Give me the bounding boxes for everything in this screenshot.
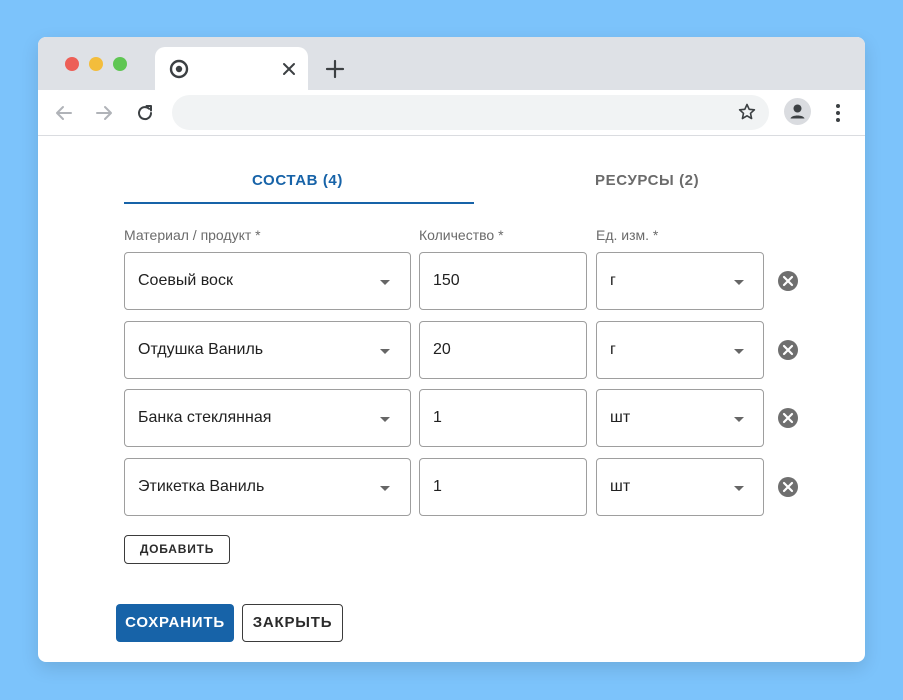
unit-value: шт (610, 409, 631, 426)
dropdown-arrow-icon (734, 280, 744, 285)
close-button[interactable]: ЗАКРЫТЬ (242, 604, 343, 642)
bookmark-star-icon[interactable] (737, 102, 757, 122)
title-bar (38, 37, 865, 90)
unit-select[interactable]: шт (596, 389, 764, 447)
reload-icon[interactable] (134, 102, 156, 124)
forward-arrow-icon[interactable] (93, 102, 115, 124)
active-tab-indicator (124, 202, 474, 204)
chrome-icon (169, 59, 189, 79)
browser-toolbar (38, 90, 865, 136)
minimize-window-dot[interactable] (89, 57, 103, 71)
page-content: СОСТАВ (4) РЕСУРСЫ (2) Материал / продук… (38, 136, 865, 662)
quantity-input[interactable]: 1 (419, 458, 587, 516)
material-value: Этикетка Ваниль (138, 478, 265, 495)
address-bar[interactable] (172, 95, 769, 130)
dropdown-arrow-icon (734, 486, 744, 491)
profile-icon (790, 104, 805, 119)
new-tab-icon[interactable] (324, 58, 346, 80)
dropdown-arrow-icon (380, 280, 390, 285)
remove-row-icon[interactable] (777, 339, 799, 361)
quantity-value: 1 (433, 478, 442, 495)
unit-value: г (610, 272, 616, 289)
back-arrow-icon[interactable] (53, 102, 75, 124)
material-value: Соевый воск (138, 272, 233, 289)
dropdown-arrow-icon (380, 349, 390, 354)
remove-row-icon[interactable] (777, 407, 799, 429)
dropdown-arrow-icon (734, 349, 744, 354)
browser-tab[interactable] (155, 47, 308, 90)
unit-select[interactable]: г (596, 252, 764, 310)
remove-row-icon[interactable] (777, 270, 799, 292)
dropdown-arrow-icon (734, 417, 744, 422)
quantity-column-header: Количество * (419, 227, 504, 243)
material-value: Отдушка Ваниль (138, 341, 264, 358)
tab-composition[interactable]: СОСТАВ (4) (252, 172, 343, 189)
maximize-window-dot[interactable] (113, 57, 127, 71)
more-menu-icon[interactable] (828, 102, 848, 124)
material-value: Банка стеклянная (138, 409, 272, 426)
quantity-value: 1 (433, 409, 442, 426)
material-select[interactable]: Банка стеклянная (124, 389, 411, 447)
close-tab-icon[interactable] (279, 59, 299, 79)
tab-resources[interactable]: РЕСУРСЫ (2) (595, 172, 699, 189)
quantity-value: 20 (433, 341, 451, 358)
quantity-input[interactable]: 1 (419, 389, 587, 447)
material-column-header: Материал / продукт * (124, 227, 261, 243)
quantity-input[interactable]: 20 (419, 321, 587, 379)
save-button[interactable]: СОХРАНИТЬ (116, 604, 234, 642)
quantity-value: 150 (433, 272, 460, 289)
unit-select[interactable]: шт (596, 458, 764, 516)
browser-window: СОСТАВ (4) РЕСУРСЫ (2) Материал / продук… (38, 37, 865, 662)
material-select[interactable]: Отдушка Ваниль (124, 321, 411, 379)
unit-select[interactable]: г (596, 321, 764, 379)
dropdown-arrow-icon (380, 486, 390, 491)
dropdown-arrow-icon (380, 417, 390, 422)
material-select[interactable]: Этикетка Ваниль (124, 458, 411, 516)
quantity-input[interactable]: 150 (419, 252, 587, 310)
unit-column-header: Ед. изм. * (596, 227, 659, 243)
material-select[interactable]: Соевый воск (124, 252, 411, 310)
add-row-button[interactable]: ДОБАВИТЬ (124, 535, 230, 564)
unit-value: шт (610, 478, 631, 495)
profile-avatar[interactable] (784, 98, 811, 125)
close-window-dot[interactable] (65, 57, 79, 71)
remove-row-icon[interactable] (777, 476, 799, 498)
unit-value: г (610, 341, 616, 358)
